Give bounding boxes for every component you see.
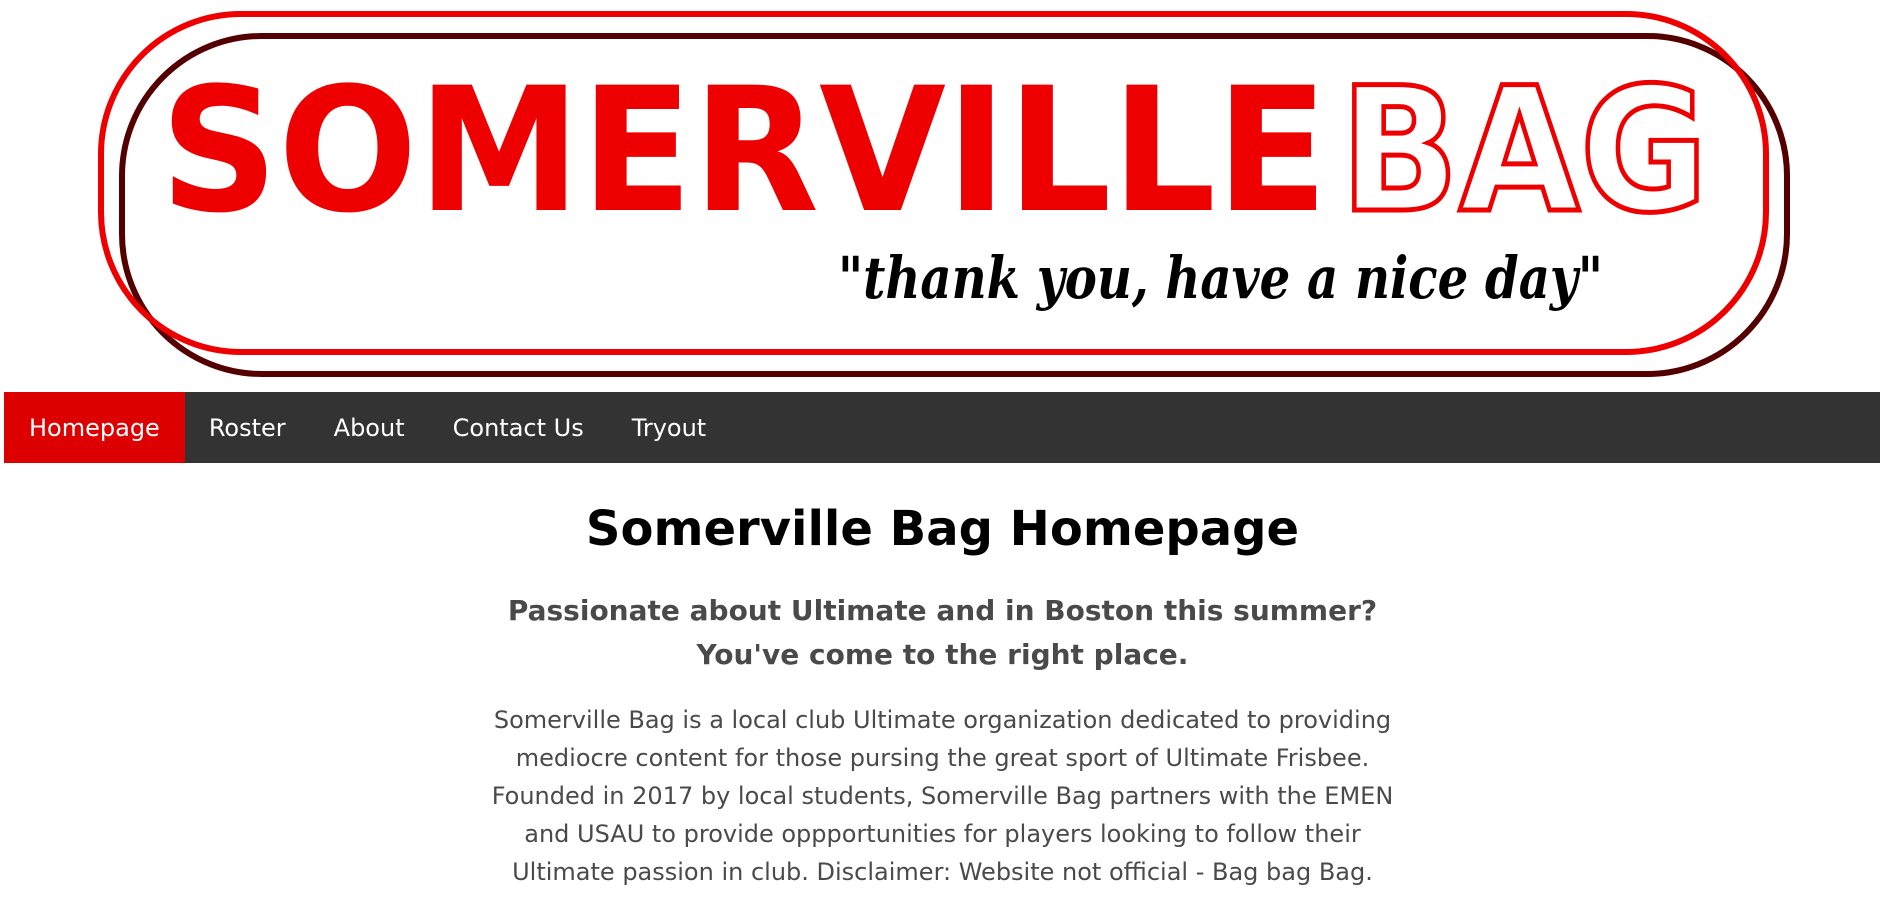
somerville-bag-logo: SOMERVILLE BAG "thank you, have a nice d…: [98, 11, 1790, 377]
logo-tagline: "thank you, have a nice day": [838, 244, 1603, 312]
main-content: Somerville Bag Homepage Passionate about…: [0, 463, 1885, 891]
subtitle-line-1: Passionate about Ultimate and in Boston …: [507, 594, 1378, 627]
nav-item-roster[interactable]: Roster: [185, 392, 310, 463]
site-banner: SOMERVILLE BAG "thank you, have a nice d…: [0, 0, 1885, 392]
page-subtitle: Passionate about Ultimate and in Boston …: [493, 589, 1393, 677]
nav-item-tryout[interactable]: Tryout: [608, 392, 731, 463]
subtitle-line-2: You've come to the right place.: [696, 638, 1189, 671]
main-navbar: Homepage Roster About Contact Us Tryout: [4, 392, 1880, 463]
nav-item-label: Contact Us: [452, 413, 584, 442]
nav-item-homepage[interactable]: Homepage: [4, 392, 185, 463]
logo-word-solid: SOMERVILLE: [160, 50, 1328, 251]
page-title: Somerville Bag Homepage: [585, 501, 1300, 557]
nav-item-label: Roster: [208, 413, 286, 442]
logo-word-outline: BAG: [1340, 50, 1708, 251]
nav-item-label: Tryout: [631, 413, 707, 442]
nav-item-about[interactable]: About: [310, 392, 429, 463]
intro-paragraph: Somerville Bag is a local club Ultimate …: [491, 706, 1394, 886]
nav-item-label: Homepage: [29, 413, 160, 442]
nav-item-contact-us[interactable]: Contact Us: [429, 392, 608, 463]
nav-item-label: About: [333, 413, 405, 442]
